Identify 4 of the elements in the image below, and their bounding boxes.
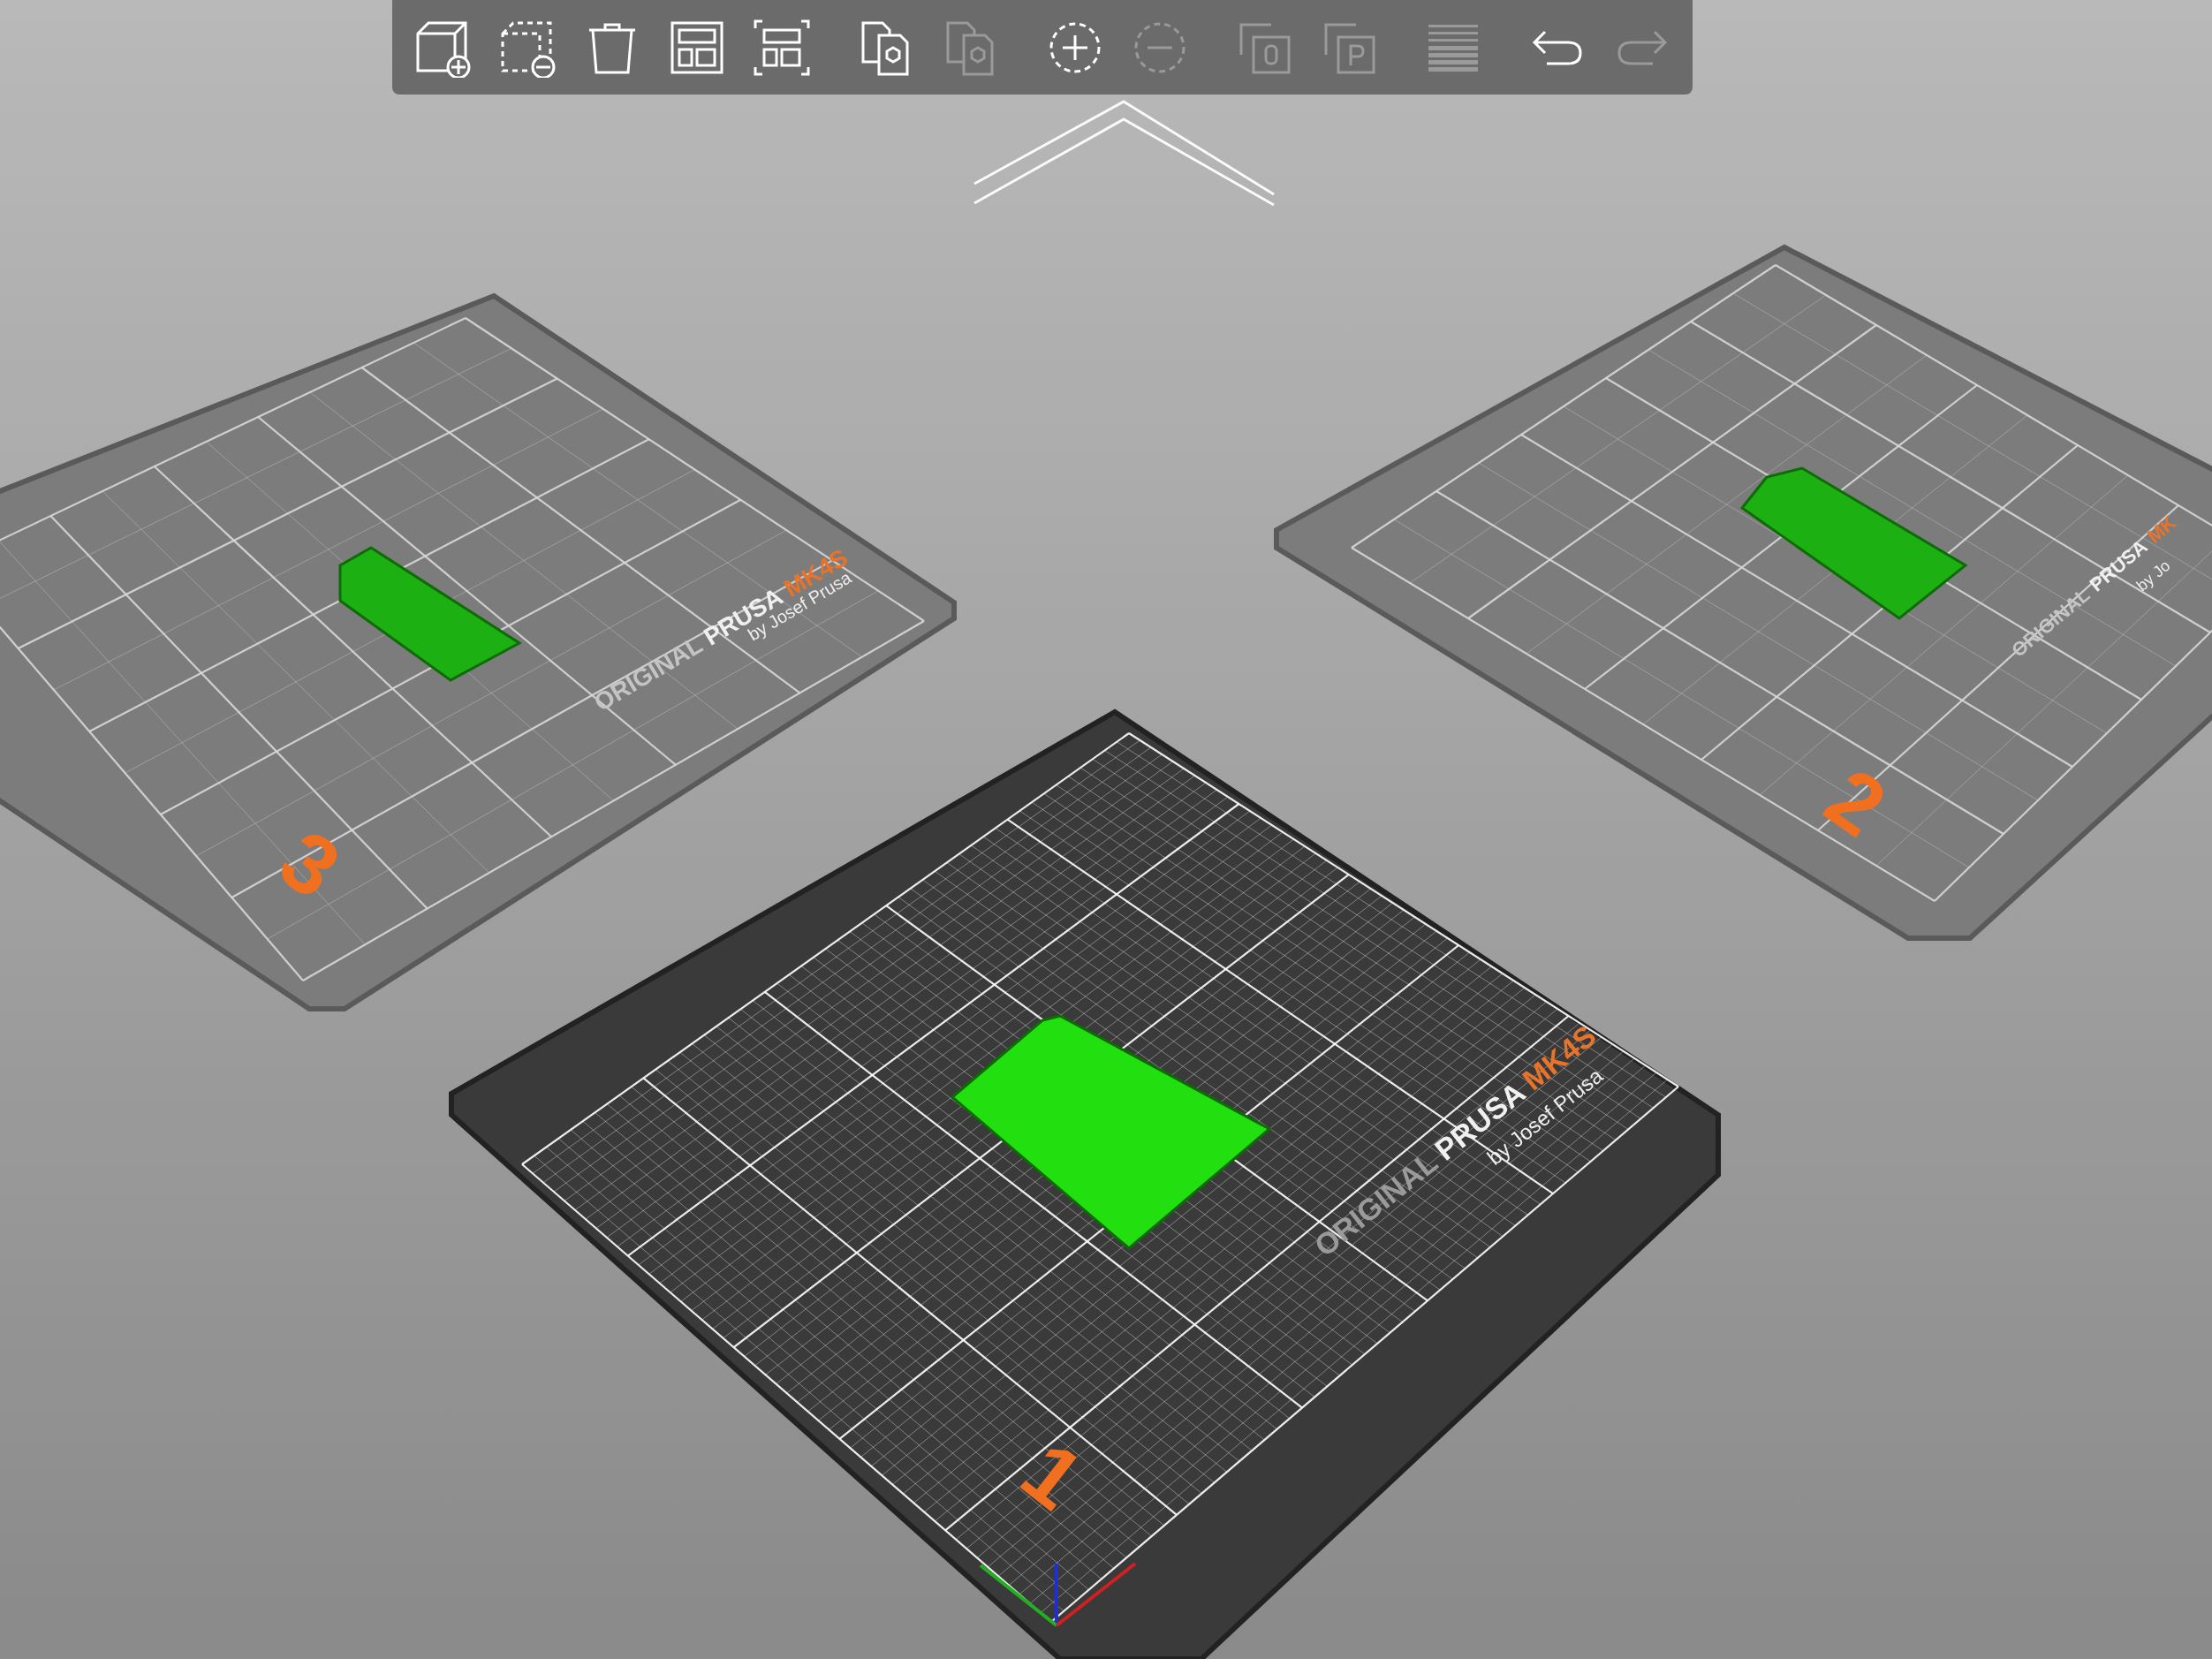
- bed-number: 2: [1809, 749, 1903, 854]
- axes-icon: [979, 1562, 1137, 1627]
- bed-number: 1: [1004, 1423, 1101, 1527]
- bed-number: 3: [263, 811, 357, 916]
